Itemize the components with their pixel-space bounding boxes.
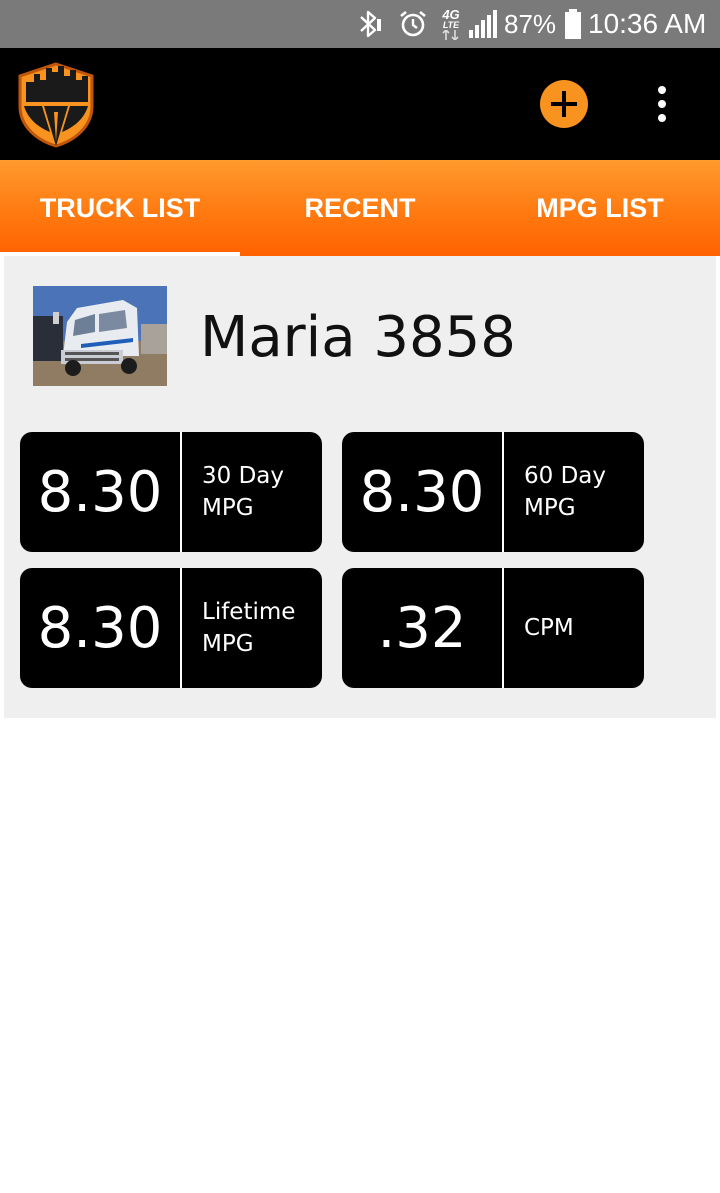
tab-mpg-list[interactable]: MPG LIST [480,160,720,256]
stat-label-line2: MPG [202,631,254,657]
stat-tile-lifetime-mpg: 8.30 Lifetime MPG [20,568,322,688]
truck-photo [33,286,167,386]
app-bar [0,48,720,160]
signal-strength-icon [466,0,500,48]
tab-label: TRUCK LIST [39,192,201,223]
stat-divider [502,568,504,688]
more-vert-dot [658,114,666,122]
bluetooth-icon [352,0,386,48]
plus-icon [551,91,577,117]
tab-bar: TRUCK LIST RECENT MPG LIST [0,160,720,256]
battery-percent: 87% [504,8,557,39]
stat-label: CPM [524,568,636,688]
alarm-icon [396,0,430,48]
city-shield-logo[interactable] [16,62,96,148]
tab-recent[interactable]: RECENT [240,160,480,256]
overflow-menu-button[interactable] [642,80,682,128]
more-vert-dot [658,100,666,108]
stat-divider [180,568,182,688]
truck-card[interactable]: Maria 3858 8.30 30 Day MPG 8.30 60 Day M… [4,256,716,718]
stat-value: 8.30 [37,459,163,525]
stat-label-line1: 60 Day [524,463,606,489]
stat-label: 60 Day MPG [524,432,636,552]
tab-label: MPG LIST [536,192,664,223]
stat-label-line2: MPG [202,495,254,521]
truck-name: Maria 3858 [200,305,516,370]
stat-divider [502,432,504,552]
tab-truck-list[interactable]: TRUCK LIST [0,160,240,256]
stat-label-line1: 30 Day [202,463,284,489]
tab-label: RECENT [304,192,416,223]
stat-label: 30 Day MPG [202,432,314,552]
stat-value: 8.30 [359,459,485,525]
stat-label-line1: CPM [524,615,574,641]
stat-tile-30-day-mpg: 8.30 30 Day MPG [20,432,322,552]
stat-tile-cpm: .32 CPM [342,568,644,688]
status-bar: 4G LTE 87% 10:36 AM [0,0,720,48]
clock-time: 10:36 AM [588,8,707,39]
stat-label-line2: MPG [524,495,576,521]
data-arrows-icon [442,30,459,40]
stat-label: Lifetime MPG [202,568,314,688]
network-lte-label: LTE [442,20,460,30]
stat-value: 8.30 [37,595,163,661]
more-vert-icon [658,86,666,94]
add-truck-button[interactable] [540,80,588,128]
stat-divider [180,432,182,552]
battery-icon [560,0,586,48]
stat-tile-60-day-mpg: 8.30 60 Day MPG [342,432,644,552]
stat-value: .32 [377,595,467,661]
stat-label-line1: Lifetime [202,599,296,625]
network-type-indicator: 4G LTE [438,0,464,48]
